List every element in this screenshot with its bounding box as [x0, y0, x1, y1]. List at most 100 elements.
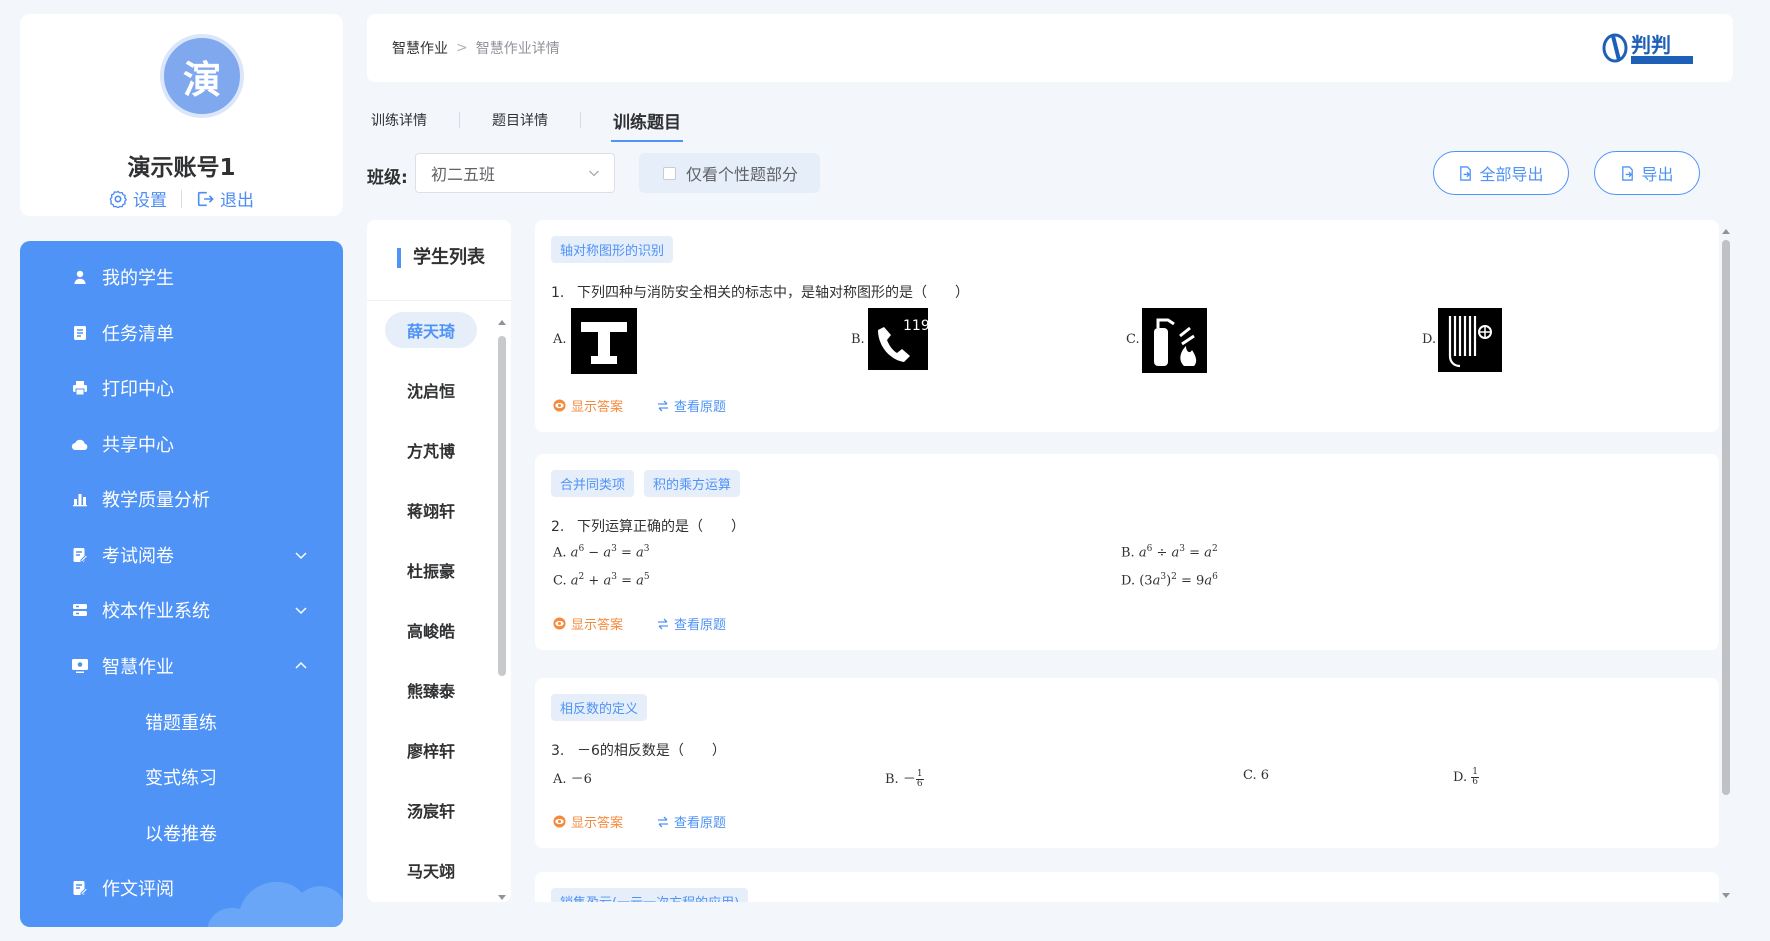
show-answer-button[interactable]: 显示答案 — [553, 812, 623, 831]
sidebar-item-variant-practice[interactable]: 变式练习 — [20, 757, 343, 797]
question-card: 相反数的定义 3. －6的相反数是（ ） A. －6 B. － 1 6 C. 6 D.… — [535, 678, 1719, 848]
logout-icon — [197, 191, 214, 206]
student-item[interactable]: 马天翊 — [385, 852, 477, 888]
question-text: 下列运算正确的是（ ） — [577, 519, 745, 535]
gear-icon — [109, 190, 127, 208]
student-item[interactable]: 廖梓轩 — [385, 732, 477, 768]
export-button[interactable]: 导出 — [1594, 151, 1700, 195]
student-list-panel: 学生列表 薛天琦 沈启恒 方芃博 蒋翊轩 杜振豪 高峻皓 熊臻泰 廖梓轩 汤宸轩… — [367, 220, 511, 902]
chevron-down-icon — [589, 170, 599, 177]
option-d: D. 16 — [1453, 767, 1479, 787]
view-original-button[interactable]: 查看原题 — [657, 614, 726, 633]
tab-training-questions[interactable]: 训练题目 — [609, 108, 685, 142]
option-label: D. — [1422, 332, 1437, 347]
show-answer-button[interactable]: 显示答案 — [553, 614, 623, 633]
user-icon — [71, 268, 89, 286]
scrollbar-thumb[interactable] — [1722, 240, 1730, 795]
show-answer-label: 显示答案 — [571, 400, 624, 415]
sidebar-item-share-center[interactable]: 共享中心 — [20, 424, 343, 464]
chevron-down-icon — [295, 552, 307, 560]
question-actions: 显示答案 查看原题 — [553, 812, 726, 831]
show-answer-button[interactable]: 显示答案 — [553, 396, 623, 415]
question-stem: 3. －6的相反数是（ ） — [551, 740, 726, 760]
export-all-button[interactable]: 全部导出 — [1433, 151, 1569, 195]
personal-only-label: 仅看个性题部分 — [686, 165, 799, 184]
view-original-label: 查看原题 — [674, 816, 727, 831]
tab-training-detail[interactable]: 训练详情 — [367, 110, 431, 130]
chevron-down-icon — [295, 607, 307, 615]
avatar[interactable]: 演 — [160, 34, 244, 118]
option-label: A. — [553, 332, 567, 347]
breadcrumb-smart-homework[interactable]: 智慧作业 — [392, 38, 448, 58]
class-select[interactable]: 初二五班 — [415, 153, 615, 193]
breadcrumb-current: 智慧作业详情 — [475, 41, 560, 57]
sidebar-menu: 我的学生 任务清单 打印中心 共享中心 教学质量分析 考试阅卷 校本作业系统 智… — [20, 241, 343, 927]
question-number: 2. — [551, 519, 565, 535]
student-item[interactable]: 杜振豪 — [385, 552, 477, 588]
svg-text:119: 119 — [903, 318, 928, 334]
question-text: －6的相反数是（ ） — [577, 743, 726, 759]
tab-divider — [459, 112, 460, 128]
view-original-label: 查看原题 — [674, 618, 727, 633]
sidebar-item-error-retrain[interactable]: 错题重练 — [20, 702, 343, 742]
eye-icon — [553, 399, 566, 412]
fire-sign-image-a — [571, 308, 637, 374]
student-item[interactable]: 汤宸轩 — [385, 792, 477, 828]
export-label: 导出 — [1641, 165, 1674, 184]
question-text: 下列四种与消防安全相关的标志中，是轴对称图形的是（ ） — [577, 285, 969, 301]
sidebar-item-exam-marking[interactable]: 考试阅卷 — [20, 535, 343, 575]
knowledge-tag: 相反数的定义 — [551, 694, 648, 721]
sidebar-item-school-homework[interactable]: 校本作业系统 — [20, 590, 343, 630]
swap-icon — [658, 400, 669, 411]
fire-phone-sign-image-b: 119 — [868, 308, 928, 370]
settings-link[interactable]: 设置 — [109, 186, 167, 211]
breadcrumb: 智慧作业 > 智慧作业详情 — [392, 38, 560, 58]
sidebar-item-teaching-analysis[interactable]: 教学质量分析 — [20, 479, 343, 519]
question-card: 合并同类项 积的乘方运算 2. 下列运算正确的是（ ） A. a6 − a3 = … — [535, 454, 1719, 650]
student-item[interactable]: 方芃博 — [385, 432, 477, 468]
sidebar-item-print-center[interactable]: 打印中心 — [20, 368, 343, 408]
logout-link[interactable]: 退出 — [196, 186, 254, 211]
export-doc-icon — [1622, 165, 1634, 181]
sidebar-item-task-list[interactable]: 任务清单 — [20, 313, 343, 353]
knowledge-tags: 销售盈亏(一元一次方程的应用) — [551, 888, 749, 902]
personal-only-checkbox[interactable]: 仅看个性题部分 — [639, 153, 820, 193]
export-doc-icon — [1460, 165, 1472, 181]
view-original-button[interactable]: 查看原题 — [657, 812, 726, 831]
eye-icon — [553, 815, 566, 828]
student-list-title: 学生列表 — [397, 248, 485, 268]
student-item[interactable]: 沈启恒 — [385, 372, 477, 408]
divider — [181, 189, 182, 208]
class-select-value: 初二五班 — [431, 165, 496, 184]
account-actions: 设置 退出 — [20, 186, 343, 211]
student-item[interactable]: 熊臻泰 — [385, 672, 477, 708]
knowledge-tag: 合并同类项 — [551, 470, 635, 497]
bar-chart-icon — [71, 490, 89, 508]
divider — [367, 300, 511, 301]
question-actions: 显示答案 查看原题 — [553, 396, 726, 415]
sidebar-item-smart-homework[interactable]: 智慧作业 — [20, 646, 343, 686]
knowledge-tag: 积的乘方运算 — [644, 470, 741, 497]
option-label: C. — [1126, 332, 1140, 347]
tab-divider — [580, 112, 581, 128]
stack-icon — [71, 601, 89, 619]
tab-question-detail[interactable]: 题目详情 — [488, 110, 552, 130]
scrollbar-thumb[interactable] — [498, 336, 506, 676]
settings-label: 设置 — [133, 191, 167, 211]
option-b: B. a6 ÷ a3 = a2 — [1121, 544, 1218, 561]
knowledge-tag: 销售盈亏(一元一次方程的应用) — [551, 888, 749, 902]
question-card: 轴对称图形的识别 1. 下列四种与消防安全相关的标志中，是轴对称图形的是（ ） A… — [535, 220, 1719, 432]
question-list: 轴对称图形的识别 1. 下列四种与消防安全相关的标志中，是轴对称图形的是（ ） A… — [535, 220, 1719, 902]
sidebar-item-my-students[interactable]: 我的学生 — [20, 257, 343, 297]
sidebar-item-essay-review[interactable]: 作文评阅 — [20, 868, 343, 908]
eye-icon — [553, 617, 566, 630]
student-item[interactable]: 高峻皓 — [385, 612, 477, 648]
option-c: C. a2 + a3 = a5 — [553, 572, 650, 589]
show-answer-label: 显示答案 — [571, 816, 624, 831]
checkbox-box[interactable] — [663, 166, 676, 180]
view-original-label: 查看原题 — [674, 400, 727, 415]
student-item[interactable]: 薛天琦 — [385, 312, 477, 348]
student-item[interactable]: 蒋翊轩 — [385, 492, 477, 528]
cloud-icon — [71, 435, 89, 453]
view-original-button[interactable]: 查看原题 — [657, 396, 726, 415]
